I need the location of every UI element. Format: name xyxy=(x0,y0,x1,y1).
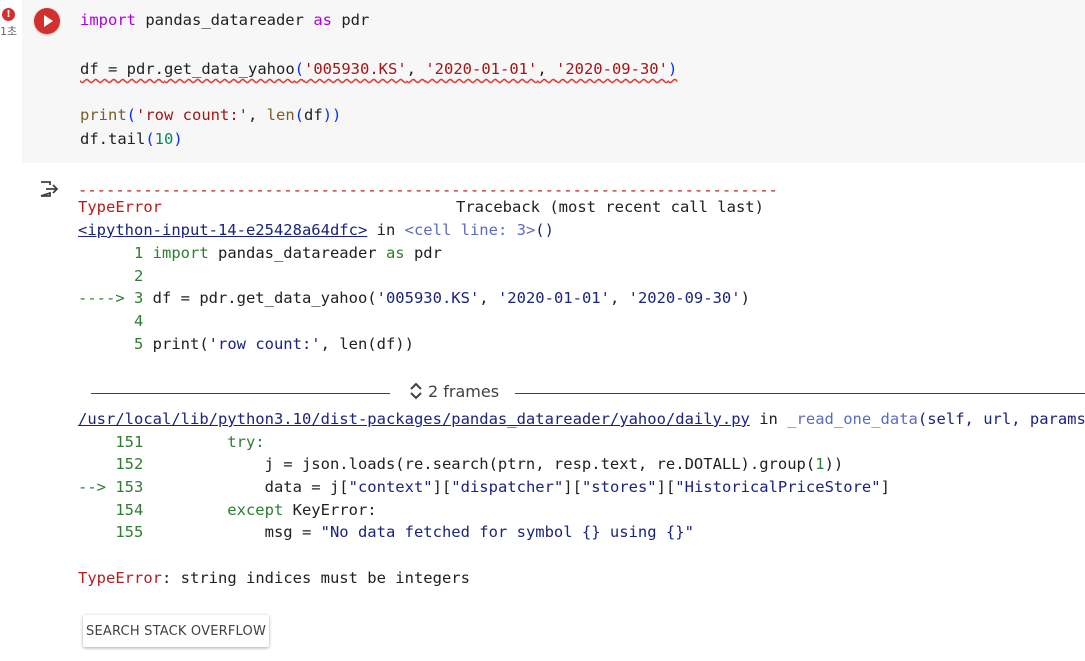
traceback-label: Traceback (most recent call last) xyxy=(456,198,764,216)
error-message: TypeError: string indices must be intege… xyxy=(78,569,470,587)
frame-location: /usr/local/lib/python3.10/dist-packages/… xyxy=(78,410,1085,428)
traceback-line: 154 except KeyError: xyxy=(78,501,377,519)
traceback-line: 155 msg = "No data fetched for symbol {}… xyxy=(78,523,694,541)
frames-label: 2 frames xyxy=(428,381,500,401)
file-path-link[interactable]: /usr/local/lib/python3.10/dist-packages/… xyxy=(78,410,750,428)
traceback-location: <ipython-input-14-e25428a64dfc> in <cell… xyxy=(78,221,554,239)
search-stack-overflow-button[interactable]: SEARCH STACK OVERFLOW xyxy=(83,615,269,647)
traceback-line: 1 import pandas_datareader as pdr xyxy=(78,244,442,262)
traceback-header: TypeError xyxy=(78,198,162,216)
error-indicator-icon: ! xyxy=(2,8,15,21)
frames-divider-left xyxy=(91,393,390,394)
traceback-line: 152 j = json.loads(re.search(ptrn, resp.… xyxy=(78,455,844,473)
code-line-2: df = pdr.get_data_yahoo('005930.KS', '20… xyxy=(80,60,678,78)
output-menu-icon[interactable] xyxy=(39,180,59,198)
frames-toggle[interactable]: 2 frames xyxy=(410,381,499,401)
execution-time: 1초 xyxy=(0,25,18,38)
traceback-line: 2 xyxy=(78,267,144,285)
code-line-1: import pandas_datareader as pdr xyxy=(80,11,370,29)
traceback-line: 5 print('row count:', len(df)) xyxy=(78,335,414,353)
traceback-line-current: --> 153 data = j["context"]["dispatcher"… xyxy=(78,478,890,496)
expand-collapse-icon xyxy=(410,382,422,400)
code-line-4: df.tail(10) xyxy=(80,130,183,148)
traceback-line: 4 xyxy=(78,312,144,330)
code-line-3: print('row count:', len(df)) xyxy=(80,106,342,124)
traceback-separator: ----------------------------------------… xyxy=(78,181,778,199)
ipython-input-link[interactable]: <ipython-input-14-e25428a64dfc> xyxy=(78,221,367,239)
frames-divider-right xyxy=(515,393,1085,394)
traceback-line: 151 try: xyxy=(78,433,265,451)
run-cell-button[interactable] xyxy=(34,8,60,34)
traceback-line-current: ----> 3 df = pdr.get_data_yahoo('005930.… xyxy=(78,289,750,307)
